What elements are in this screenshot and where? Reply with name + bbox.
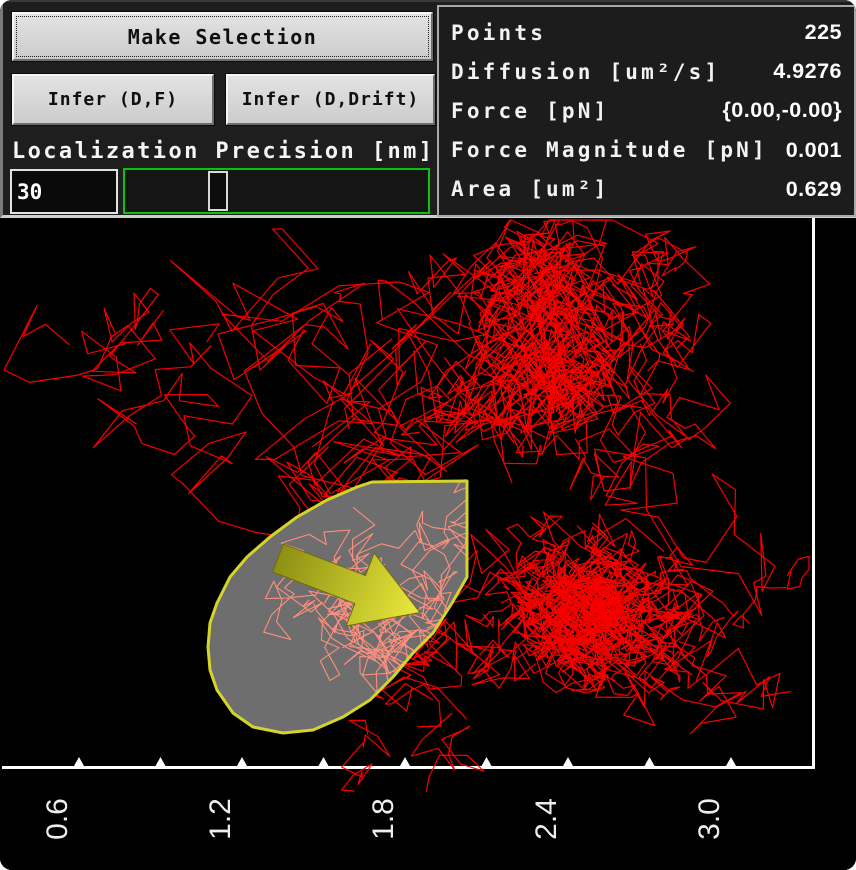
stat-label: Force Magnitude [pN] xyxy=(451,138,768,163)
stat-value: 0.629 xyxy=(785,176,842,201)
localization-precision-input[interactable] xyxy=(10,169,118,214)
stat-value: 225 xyxy=(804,20,842,45)
stat-row-points: Points 225 xyxy=(451,20,842,45)
stat-value: 4.9276 xyxy=(773,59,842,84)
axis-tick-label: 2.4 xyxy=(530,798,563,840)
axis-tick-label: 3.0 xyxy=(693,798,726,840)
trajectory-canvas-area: 0.6 1.2 1.8 2.4 3.0 xyxy=(0,218,856,870)
localization-precision-label: Localization Precision [nm] xyxy=(12,139,435,164)
localization-precision-slider[interactable] xyxy=(123,168,430,214)
control-panel-left: Make Selection Infer (D,F) Infer (D,Drif… xyxy=(3,2,435,217)
axis-tick-label: 1.2 xyxy=(204,798,237,840)
slider-handle[interactable] xyxy=(208,171,229,211)
stat-row-area: Area [um²] 0.629 xyxy=(451,177,842,202)
axis-tick-label: 0.6 xyxy=(41,798,74,840)
control-panel: Make Selection Infer (D,F) Infer (D,Drif… xyxy=(0,0,856,218)
stats-panel: Points 225 Diffusion [um²/s] 4.9276 Forc… xyxy=(437,5,856,217)
infer-df-button[interactable]: Infer (D,F) xyxy=(12,74,214,125)
stat-label: Points xyxy=(451,20,547,45)
infer-ddrift-button[interactable]: Infer (D,Drift) xyxy=(226,74,435,125)
make-selection-button[interactable]: Make Selection xyxy=(12,12,433,61)
stat-label: Force [pN] xyxy=(451,98,610,123)
app-window: Make Selection Infer (D,F) Infer (D,Drif… xyxy=(0,0,856,870)
stat-row-force: Force [pN] {0.00,-0.00} xyxy=(451,98,842,123)
stat-value: 0.001 xyxy=(785,137,842,162)
stat-label: Area [um²] xyxy=(451,177,610,202)
trajectory-canvas[interactable]: 0.6 1.2 1.8 2.4 3.0 xyxy=(0,218,856,870)
stat-label: Diffusion [um²/s] xyxy=(451,59,721,84)
stat-row-force-magnitude: Force Magnitude [pN] 0.001 xyxy=(451,138,842,163)
stat-row-diffusion: Diffusion [um²/s] 4.9276 xyxy=(451,59,842,84)
axis-tick-label: 1.8 xyxy=(367,798,400,840)
stat-value: {0.00,-0.00} xyxy=(722,98,842,123)
